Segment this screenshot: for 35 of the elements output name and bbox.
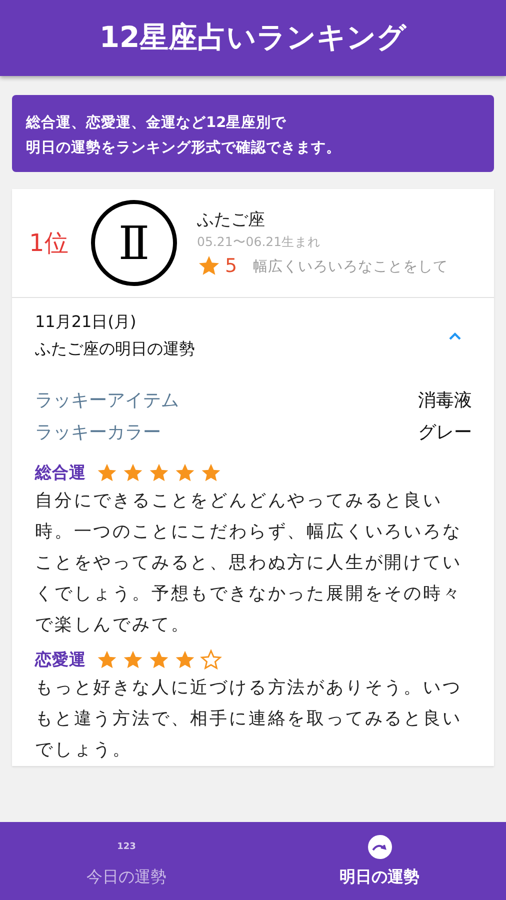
star-icon [122,462,144,484]
banner-text: 総合運、恋愛運、金運など12星座別で [26,113,288,132]
fortune-title: 恋愛運 [35,649,86,671]
lucky-label: ラッキーアイテム [35,389,179,412]
zodiac-symbol: Ⅱ [91,200,177,286]
numbers-icon: 123 [117,834,136,858]
lucky-value: 消毒液 [418,389,472,412]
star-icon [122,649,144,671]
star-icon [148,649,170,671]
rank-label: 1位 [29,228,70,259]
fortune-text: もっと好きな人に近づける方法がありそう。いつもと違う方法で、相手に連絡を取ってみると良いでしょう。 [35,677,463,762]
star-icon [148,462,170,484]
summary-text: 幅広くいろいろなことをして [253,258,448,276]
lucky-value: グレー [418,421,472,444]
detail-heading: ふたご座の明日の運勢 [35,339,195,360]
sign-name: ふたご座 [197,209,266,231]
star-icon [200,462,222,484]
star-icon [200,649,222,671]
app-title: 12星座占いランキング [99,19,407,56]
date-label: 11月21日(月) [35,312,138,333]
star-icon [174,462,196,484]
star-icon [174,649,196,671]
collapse-chevron-icon[interactable] [448,332,462,340]
arrow-circle-icon [368,834,392,858]
fortune-text: 自分にできることをどんどんやってみると良い時。一つのことにこだわらず、幅広くいろいろなことをやってみると、思わぬ方に人生が開けていくでしょう。予想もできなかった展開をその時々で楽しんでみて。 [35,490,463,637]
star-icon [96,649,118,671]
score: 5 [225,255,238,277]
banner-text: 明日の運勢をランキング形式で確認できます。 [26,138,342,157]
birth-dates: 05.21〜06.21生まれ [197,234,322,251]
detail-header[interactable]: 11月21日(月) ふたご座の明日の運勢 [12,298,494,370]
fortune-title: 総合運 [35,462,86,484]
nav-tab[interactable]: 123 今日の運勢 [0,822,253,900]
lucky-label: ラッキーカラー [35,421,161,444]
star-icon [96,462,118,484]
nav-tab[interactable]: 明日の運勢 [253,822,506,900]
